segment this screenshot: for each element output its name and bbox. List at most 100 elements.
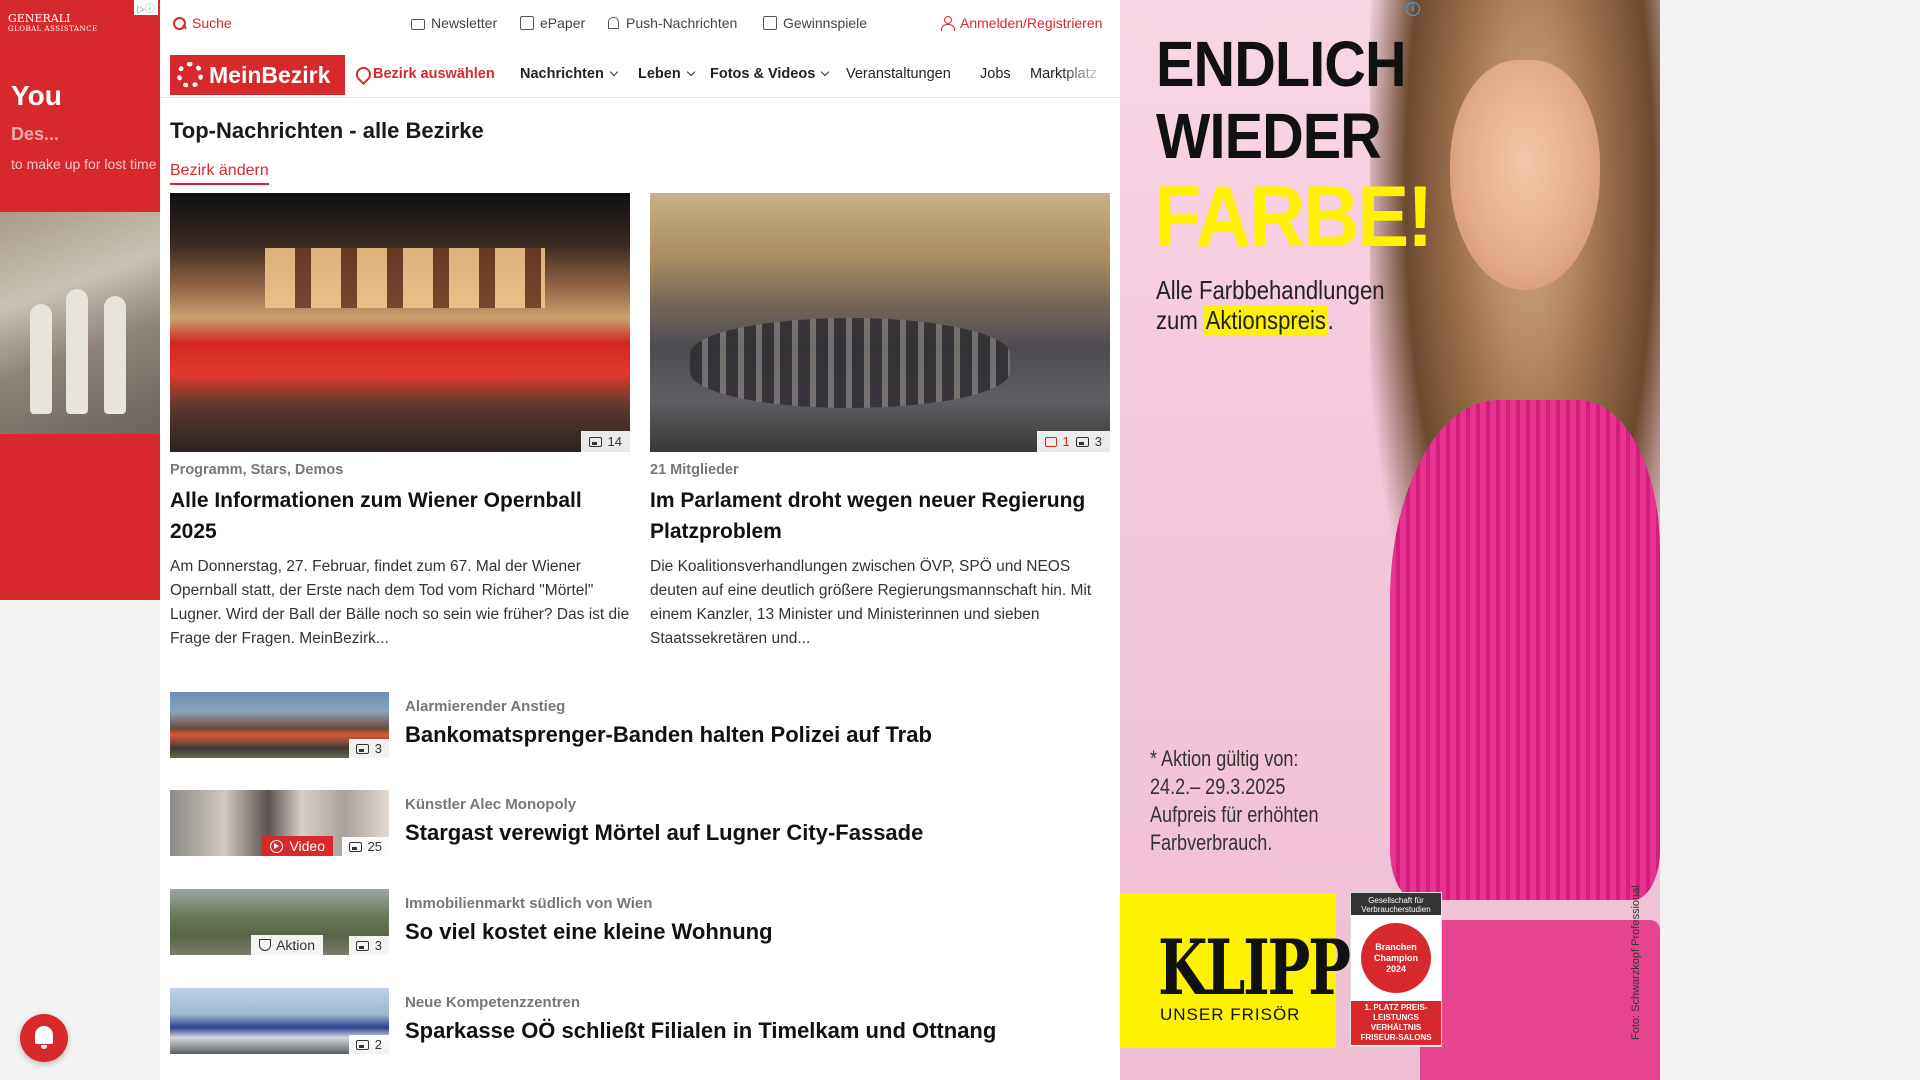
ad-desc-line: Alle Farbbehandlungen — [1156, 275, 1385, 305]
login-label: Anmelden/Registrieren — [960, 15, 1103, 31]
article-title[interactable]: Alle Informationen zum Wiener Opernball … — [170, 485, 630, 547]
ad-model-pants — [1420, 920, 1660, 1080]
push-notifications-link[interactable]: Push-Nachrichten — [606, 15, 737, 31]
article-kicker: Neue Kompetenzzentren — [405, 994, 581, 1011]
image-icon — [355, 940, 369, 951]
list-item[interactable]: Video 25 Künstler Alec Monopoly Stargast… — [170, 790, 1100, 856]
image-icon — [588, 436, 602, 447]
left-advertisement[interactable]: GENERALI GLOBAL ASSISTANCE ▷ⓘ You Des...… — [0, 0, 160, 600]
featured-article-opernball[interactable]: 14 Programm, Stars, Demos Alle Informati… — [170, 193, 630, 651]
article-title[interactable]: Bankomatsprenger-Banden halten Polizei a… — [405, 722, 932, 748]
image-count-badge: 14 — [580, 431, 630, 452]
trophy-icon — [259, 939, 272, 951]
gift-icon — [763, 16, 777, 30]
nav-item-jobs[interactable]: Jobs — [980, 66, 1011, 82]
nav-item-veranstaltungen[interactable]: Veranstaltungen — [846, 66, 951, 82]
page-title: Top-Nachrichten - alle Bezirke — [170, 118, 484, 143]
epaper-link[interactable]: ePaper — [520, 15, 585, 31]
article-title[interactable]: So viel kostet eine kleine Wohnung — [405, 919, 773, 945]
award-year: 2024 — [1385, 963, 1407, 974]
article-thumbnail[interactable]: Video 25 — [170, 790, 389, 856]
article-thumbnail[interactable]: 2 — [170, 988, 389, 1054]
chevron-down-icon — [609, 67, 619, 77]
image-icon — [348, 841, 362, 852]
opera-facade — [265, 248, 545, 308]
newsletter-link[interactable]: Newsletter — [411, 15, 497, 31]
klipp-logo: KLIPP UNSER FRISÖR — [1120, 893, 1351, 1048]
comment-count: 1 — [1062, 434, 1070, 449]
gewinnspiele-label: Gewinnspiele — [783, 15, 868, 31]
image-count: 3 — [1094, 434, 1102, 449]
award-line: Champion — [1374, 952, 1418, 963]
image-count-badge: 1 3 — [1036, 431, 1110, 452]
article-kicker: Immobilienmarkt südlich von Wien — [405, 895, 653, 912]
klipp-brand-sub: UNSER FRISÖR — [1160, 1005, 1301, 1024]
user-icon — [940, 16, 955, 31]
adchoices-icon[interactable]: ▷ⓘ — [134, 0, 158, 15]
push-label: Push-Nachrichten — [626, 15, 738, 31]
login-link[interactable]: Anmelden/Registrieren — [940, 15, 1102, 31]
ad-cond-line: Farbverbrauch. — [1150, 830, 1273, 855]
notification-bell-button[interactable] — [20, 1014, 68, 1062]
change-district-link[interactable]: Bezirk ändern — [170, 162, 269, 185]
page: GENERALI GLOBAL ASSISTANCE ▷ⓘ You Des...… — [0, 0, 1920, 1080]
ad-desc-text: zum — [1156, 305, 1204, 335]
top-utility-bar: Suche Newsletter ePaper Push-Nachrichten… — [160, 0, 1120, 46]
nav-item-nachrichten[interactable]: Nachrichten — [520, 66, 619, 82]
gewinnspiele-link[interactable]: Gewinnspiele — [763, 15, 867, 31]
comment-icon — [1044, 436, 1057, 447]
nav-label: Veranstaltungen — [846, 66, 951, 82]
nav-label: Leben — [638, 66, 681, 82]
ad-cond-line: Aufpreis für erhöhten — [1150, 802, 1319, 827]
ad-cond-line: 24.2.– 29.3.2025 — [1150, 774, 1286, 799]
list-item[interactable]: 2 Neue Kompetenzzentren Sparkasse OÖ sch… — [170, 988, 1100, 1054]
article-title[interactable]: Sparkasse OÖ schließt Filialen in Timelk… — [405, 1018, 996, 1044]
article-thumbnail[interactable]: 3 — [170, 692, 389, 758]
nav-label: Jobs — [980, 66, 1011, 82]
ad-desc-highlight: Aktionspreis — [1203, 305, 1328, 335]
nav-item-fotos-videos[interactable]: Fotos & Videos — [710, 66, 830, 82]
article-kicker: Künstler Alec Monopoly — [405, 796, 577, 813]
image-count: 3 — [374, 741, 382, 756]
award-seal: Gesellschaft für Verbraucherstudien GmbH… — [1350, 892, 1442, 1047]
ad-headline-line: WIEDER — [1156, 100, 1382, 172]
play-icon — [270, 839, 284, 853]
bell-icon — [35, 1026, 53, 1044]
article-thumbnail[interactable]: Aktion 3 — [170, 889, 389, 955]
video-label: Video — [289, 838, 325, 854]
chevron-down-icon — [686, 67, 695, 77]
ad-photo — [0, 212, 160, 434]
image-count-badge: 2 — [348, 1035, 389, 1054]
featured-article-parlament[interactable]: 1 3 21 Mitglieder Im Parlament droht weg… — [650, 193, 1110, 651]
article-image[interactable]: 14 — [170, 193, 630, 452]
award-line: Branchen — [1375, 941, 1417, 952]
search-link[interactable]: Suche — [172, 15, 232, 31]
article-image[interactable]: 1 3 — [650, 193, 1110, 452]
aktion-label: Aktion — [276, 937, 315, 953]
list-item[interactable]: 3 Alarmierender Anstieg Bankomatsprenger… — [170, 692, 1100, 758]
search-label: Suche — [192, 15, 232, 31]
image-count: 25 — [367, 839, 382, 854]
logo-text: MeinBezirk — [209, 61, 331, 88]
image-count: 2 — [374, 1037, 382, 1052]
ad-model-face — [1450, 60, 1600, 290]
list-item[interactable]: Aktion 3 Immobilienmarkt südlich von Wie… — [170, 889, 1100, 955]
nav-fade-overlay — [1060, 52, 1120, 97]
right-advertisement[interactable]: i ENDLICH WIEDER FARBE! Alle Farbbehandl… — [1120, 0, 1660, 1080]
image-count: 3 — [374, 938, 382, 953]
ad-headline-secondary: Des... — [11, 124, 60, 144]
ad-headline: You — [11, 80, 62, 111]
ad-headline: ENDLICH WIEDER — [1156, 28, 1407, 172]
ad-highlight-headline: FARBE! — [1154, 169, 1433, 265]
nav-item-leben[interactable]: Leben — [638, 66, 695, 82]
select-district-button[interactable]: Bezirk auswählen — [356, 66, 495, 82]
article-title[interactable]: Stargast verewigt Mörtel auf Lugner City… — [405, 820, 923, 846]
article-title[interactable]: Im Parlament droht wegen neuer Regierung… — [650, 485, 1110, 547]
image-count-badge: 3 — [348, 936, 389, 955]
nav-label: Fotos & Videos — [710, 66, 816, 82]
meinbezirk-logo[interactable]: MeinBezirk — [170, 55, 345, 95]
article-teaser: Die Koalitionsverhandlungen zwischen ÖVP… — [650, 558, 1092, 647]
image-count-badge: 25 — [341, 837, 389, 856]
article-kicker: Alarmierender Anstieg — [405, 698, 566, 715]
adchoices-icon[interactable]: i — [1406, 2, 1420, 16]
